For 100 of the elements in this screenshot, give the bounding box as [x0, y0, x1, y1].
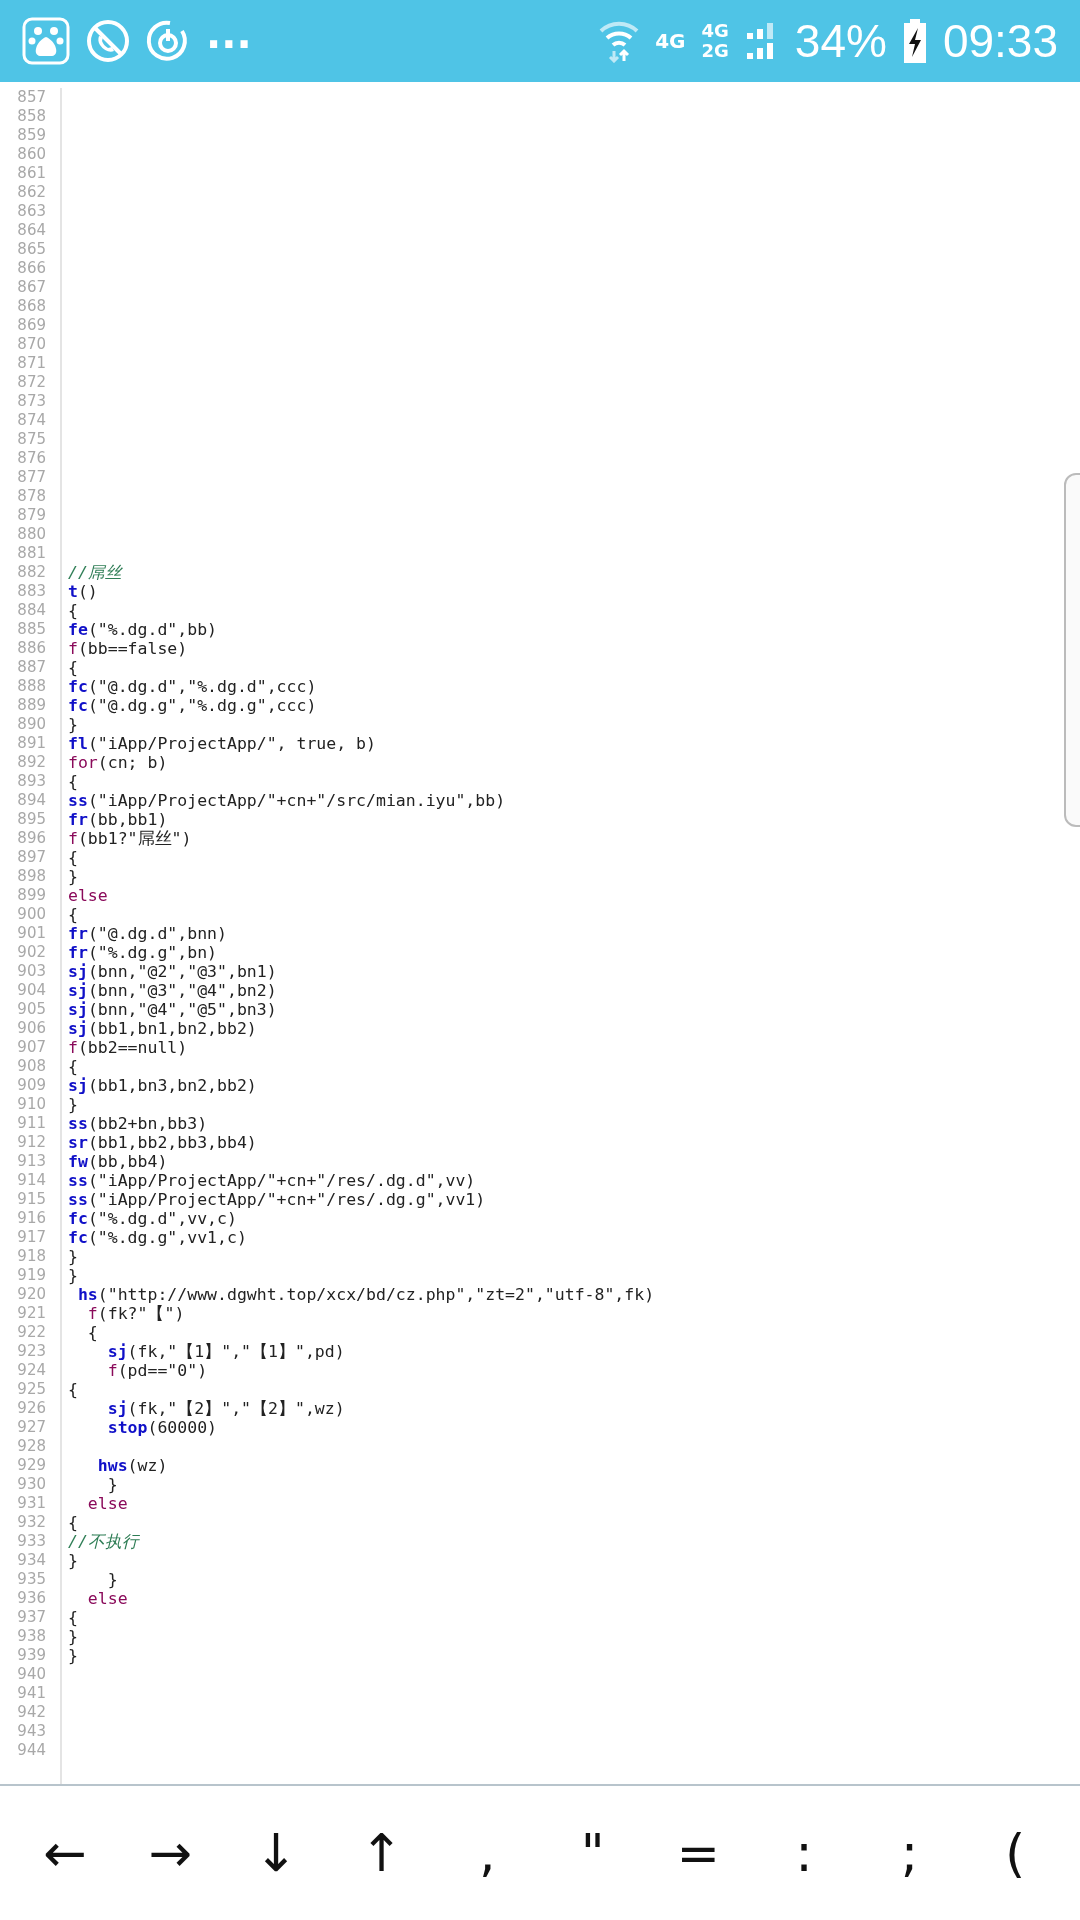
line-number: 922: [16, 1323, 47, 1342]
code-line: else: [68, 886, 108, 905]
line-number: 918: [16, 1247, 47, 1266]
symbol-key[interactable]: (: [967, 1798, 1064, 1908]
battery-percent: 34%: [794, 14, 887, 68]
network-type: 4G: [655, 29, 686, 53]
line-number: 905: [16, 1000, 47, 1019]
line-number: 936: [16, 1589, 47, 1608]
symbol-key[interactable]: →: [122, 1798, 219, 1908]
code-line: //屌丝: [68, 563, 122, 582]
line-number: 886: [16, 639, 47, 658]
line-number: 859: [16, 126, 47, 145]
line-number: 891: [16, 734, 47, 753]
line-number: 874: [16, 411, 47, 430]
line-number: 910: [16, 1095, 47, 1114]
symbol-key[interactable]: :: [755, 1798, 852, 1908]
line-number: 944: [16, 1741, 47, 1760]
line-number: 893: [16, 772, 47, 791]
code-line: fr("@.dg.d",bnn): [68, 924, 227, 943]
symbol-key[interactable]: ←: [16, 1798, 113, 1908]
line-number: 870: [16, 335, 47, 354]
line-number: 892: [16, 753, 47, 772]
code-line: fr(bb,bb1): [68, 810, 168, 829]
line-number: 913: [16, 1152, 47, 1171]
symbol-key[interactable]: ↑: [333, 1798, 430, 1908]
line-number: 930: [16, 1475, 47, 1494]
code-line: fc("%.dg.d",vv,c): [68, 1209, 237, 1228]
network-type: 4G: [701, 21, 729, 41]
paw-logo-icon: [22, 17, 70, 65]
line-number: 943: [16, 1722, 47, 1741]
line-number: 873: [16, 392, 47, 411]
line-number: 940: [16, 1665, 47, 1684]
symbol-key[interactable]: ;: [861, 1798, 958, 1908]
code-line: fc("@.dg.g","%.dg.g",ccc): [68, 696, 317, 715]
line-number: 876: [16, 449, 47, 468]
line-number: 883: [16, 582, 47, 601]
circular-arrow-icon: [146, 19, 190, 63]
line-number: 897: [16, 848, 47, 867]
code-line: //不执行: [68, 1532, 139, 1551]
code-line: fw(bb,bb4): [68, 1152, 168, 1171]
line-number: 860: [16, 145, 47, 164]
line-number: 916: [16, 1209, 47, 1228]
code-line: sj(fk,"【2】","【2】",wz): [106, 1399, 345, 1418]
line-number: 919: [16, 1266, 47, 1285]
code-line: sr(bb1,bb2,bb3,bb4): [68, 1133, 257, 1152]
line-number: 935: [16, 1570, 47, 1589]
symbol-key[interactable]: =: [650, 1798, 747, 1908]
code-line: {: [68, 601, 78, 620]
code-line: fl("iApp/ProjectApp/", true, b): [68, 734, 376, 753]
line-number: 906: [16, 1019, 47, 1038]
charging-battery-icon: [902, 19, 927, 63]
clock-time: 09:33: [942, 14, 1058, 68]
scroll-handle[interactable]: [1064, 473, 1080, 827]
line-number: 912: [16, 1133, 47, 1152]
line-number: 934: [16, 1551, 47, 1570]
line-number: 926: [16, 1399, 47, 1418]
code-line: f(pd=="0"): [106, 1361, 208, 1380]
line-number: 903: [16, 962, 47, 981]
line-number: 895: [16, 810, 47, 829]
code-line: {: [68, 1513, 78, 1532]
line-number: 929: [16, 1456, 47, 1475]
more-notifications: ...: [206, 14, 252, 54]
code-line: for(cn; b): [68, 753, 168, 772]
line-number: 942: [16, 1703, 47, 1722]
line-number: 928: [16, 1437, 47, 1456]
line-number: 937: [16, 1608, 47, 1627]
line-number: 927: [16, 1418, 47, 1437]
line-number: 890: [16, 715, 47, 734]
code-line: hs("http://www.dgwht.top/xcx/bd/cz.php","zt=2","utf-8",fk): [76, 1285, 655, 1304]
line-number: 871: [16, 354, 47, 373]
line-number: 899: [16, 886, 47, 905]
line-number: 872: [16, 373, 47, 392]
line-number: 887: [16, 658, 47, 677]
code-line: }: [68, 1551, 78, 1570]
code-line: t(): [68, 582, 98, 601]
code-line: }: [106, 1475, 118, 1494]
code-line: sj(bb1,bn1,bn2,bb2): [68, 1019, 257, 1038]
network-type: 2G: [701, 41, 729, 61]
line-number: 858: [16, 107, 47, 126]
symbol-key[interactable]: ": [544, 1798, 641, 1908]
symbol-key[interactable]: ,: [439, 1798, 536, 1908]
line-number: 939: [16, 1646, 47, 1665]
code-line: {: [68, 905, 78, 924]
line-number: 921: [16, 1304, 47, 1323]
code-line: sj(bnn,"@2","@3",bn1): [68, 962, 277, 981]
code-line: ss("iApp/ProjectApp/"+cn+"/res/.dg.d",vv): [68, 1171, 476, 1190]
code-line: {: [68, 1057, 78, 1076]
code-line: }: [68, 1266, 78, 1285]
line-number: 868: [16, 297, 47, 316]
symbol-key[interactable]: ↓: [228, 1798, 324, 1908]
code-line: }: [68, 1247, 78, 1266]
code-line: {: [68, 658, 78, 677]
line-number: 857: [16, 88, 47, 107]
line-number: 908: [16, 1057, 47, 1076]
line-number: 896: [16, 829, 47, 848]
line-number: 865: [16, 240, 47, 259]
code-line: ss(bb2+bn,bb3): [68, 1114, 208, 1133]
code-line: else: [86, 1494, 128, 1513]
code-line: }: [68, 867, 78, 886]
code-line: {: [68, 1608, 78, 1627]
